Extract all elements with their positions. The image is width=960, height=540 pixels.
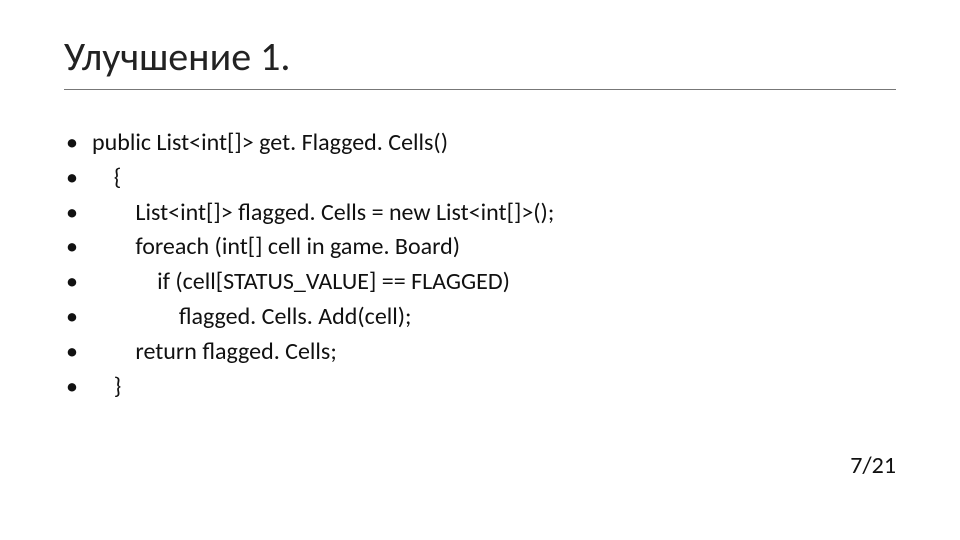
bullet-icon: • <box>64 335 92 370</box>
bullet-icon: • <box>64 161 92 196</box>
bullet-icon: • <box>64 300 92 335</box>
bullet-line: • if (cell[STATUS_VALUE] == FLAGGED) <box>64 265 896 300</box>
bullet-line: • List<int[]> flagged. Cells = new List<… <box>64 196 896 231</box>
title-underline <box>64 89 896 90</box>
code-text: { <box>92 161 121 196</box>
code-text: foreach (int[] cell in game. Board) <box>92 230 460 265</box>
bullet-line: • public List<int[]> get. Flagged. Cells… <box>64 126 896 161</box>
bullet-line: • foreach (int[] cell in game. Board) <box>64 230 896 265</box>
bullet-icon: • <box>64 230 92 265</box>
bullet-line: • } <box>64 370 896 405</box>
bullet-line: • return flagged. Cells; <box>64 335 896 370</box>
code-text: flagged. Cells. Add(cell); <box>92 300 411 335</box>
code-text: return flagged. Cells; <box>92 335 337 370</box>
bullet-line: • flagged. Cells. Add(cell); <box>64 300 896 335</box>
bullet-icon: • <box>64 196 92 231</box>
bullet-line: • { <box>64 161 896 196</box>
bullet-icon: • <box>64 370 92 405</box>
bullet-icon: • <box>64 265 92 300</box>
code-text: if (cell[STATUS_VALUE] == FLAGGED) <box>92 265 510 300</box>
page-number: 7/21 <box>850 451 896 480</box>
slide: Улучшение 1. • public List<int[]> get. F… <box>0 0 960 540</box>
code-text: public List<int[]> get. Flagged. Cells() <box>92 126 448 161</box>
slide-content: • public List<int[]> get. Flagged. Cells… <box>64 126 896 404</box>
code-text: List<int[]> flagged. Cells = new List<in… <box>92 196 554 231</box>
slide-title: Улучшение 1. <box>64 32 896 81</box>
bullet-icon: • <box>64 126 92 161</box>
code-text: } <box>92 370 121 405</box>
